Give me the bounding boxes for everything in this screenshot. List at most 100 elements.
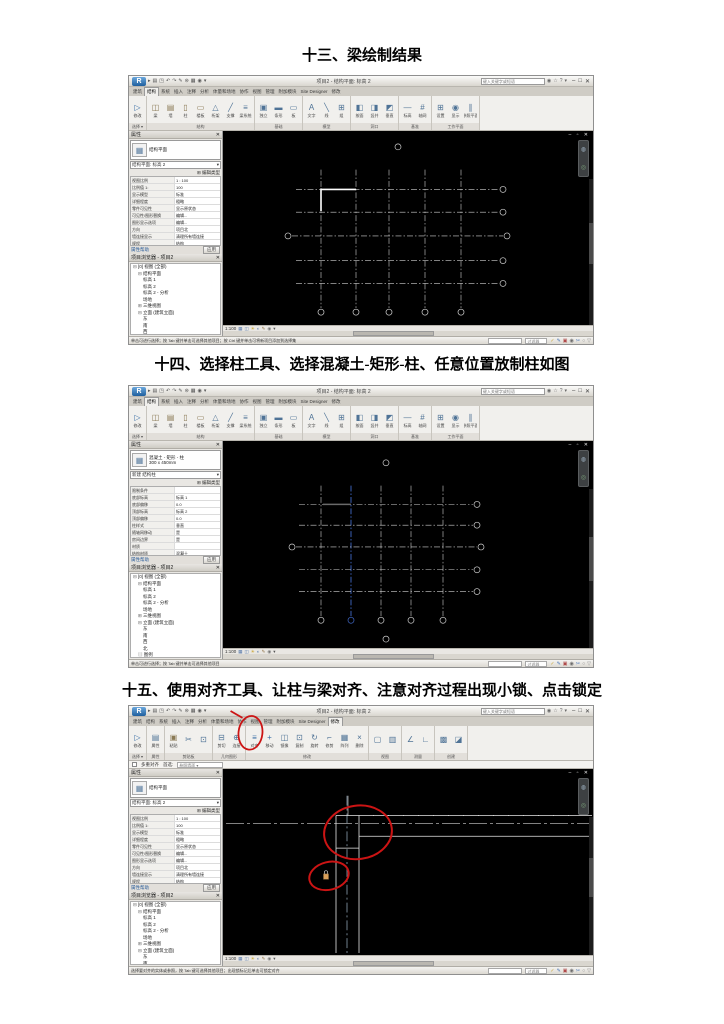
tree-item[interactable]: 南: [131, 961, 220, 965]
status-icon[interactable]: ◉: [570, 661, 574, 667]
ribbon-button-条形[interactable]: ▬ 条形: [272, 412, 285, 428]
ribbon-button-剪切[interactable]: ⊟ 剪切: [215, 732, 228, 748]
type-selector[interactable]: ▦ 混凝土 - 矩形 - 柱 300 x 450mm: [130, 450, 221, 470]
minimize-button[interactable]: –: [572, 78, 575, 85]
ribbon-button-支撑[interactable]: ╱ 支撑: [224, 412, 237, 428]
apply-button[interactable]: 应用: [203, 884, 220, 892]
property-value[interactable]: [175, 543, 220, 549]
ribbon-button-墙[interactable]: ▤ 墙: [164, 412, 177, 428]
qat-icon[interactable]: ✎: [178, 707, 182, 716]
status-icon[interactable]: ✂: [576, 968, 580, 974]
ribbon-button-标高[interactable]: — 标高: [401, 102, 414, 118]
zoom-tool-icon[interactable]: ◎: [581, 164, 586, 171]
qat-icon[interactable]: ↷: [172, 77, 176, 86]
infocenter-icon[interactable]: ▾: [564, 708, 567, 714]
browser-close-icon[interactable]: ✕: [216, 893, 220, 899]
ribbon-button-tool[interactable]: ▢: [371, 734, 384, 745]
ribbon-button-轴网[interactable]: # 轴网: [416, 412, 429, 428]
filter-box[interactable]: 过滤器: [525, 967, 548, 974]
status-icon[interactable]: ○: [582, 338, 585, 344]
ribbon-button-独立[interactable]: ▣ 独立: [257, 412, 270, 428]
properties-close-icon[interactable]: ✕: [216, 442, 220, 448]
status-icon[interactable]: ▣: [563, 661, 568, 667]
ribbon-button-按面[interactable]: ◧ 按面: [353, 102, 366, 118]
app-logo-button[interactable]: R: [132, 706, 146, 716]
infocenter-icon[interactable]: ◉: [547, 708, 551, 714]
ribbon-button-独立[interactable]: ▣ 独立: [257, 102, 270, 118]
tab-修改[interactable]: 修改: [330, 398, 343, 406]
qat-icon[interactable]: ↷: [172, 387, 176, 396]
ribbon-button-梁系统[interactable]: ≡ 梁系统: [239, 102, 252, 118]
tree-item[interactable]: ▤ 图例: [131, 652, 220, 657]
infocenter-icon[interactable]: ☆: [553, 78, 557, 84]
ribbon-button-显示[interactable]: ◉ 显示: [449, 412, 462, 428]
ribbon-button-柱[interactable]: ▯ 柱: [179, 102, 192, 118]
tab-协作[interactable]: 协作: [238, 88, 251, 96]
ribbon-button-设置[interactable]: ⊞ 设置: [434, 102, 447, 118]
property-value[interactable]: 0.0: [175, 501, 220, 507]
ribbon-button-梁系统[interactable]: ≡ 梁系统: [239, 412, 252, 428]
ribbon-button-对齐[interactable]: ≡ 对齐: [248, 732, 261, 748]
qat-icon[interactable]: ⊜: [185, 77, 189, 86]
tab-体量和场地[interactable]: 体量和场地: [211, 88, 238, 96]
tab-协作[interactable]: 协作: [236, 718, 249, 726]
property-value[interactable]: [175, 487, 220, 493]
vertical-scrollbar[interactable]: [589, 179, 593, 325]
steering-wheel-icon[interactable]: ◍: [581, 146, 586, 153]
qat-icon[interactable]: ▾: [204, 77, 207, 86]
tab-建筑[interactable]: 建筑: [131, 718, 144, 726]
tab-注释[interactable]: 注释: [185, 398, 198, 406]
qat-icon[interactable]: ▦: [191, 707, 196, 716]
vertical-scrollbar-thumb[interactable]: [589, 222, 593, 264]
view-window-controls[interactable]: – ▫ ✕: [568, 442, 590, 448]
tab-管理[interactable]: 管理: [264, 88, 277, 96]
ribbon-button-桁架[interactable]: △ 桁架: [209, 412, 222, 428]
maximize-button[interactable]: □: [578, 708, 582, 715]
steering-wheel-icon[interactable]: ◍: [581, 784, 586, 791]
qat-icon[interactable]: ✎: [178, 387, 182, 396]
horizontal-scrollbar[interactable]: [223, 961, 593, 966]
close-button[interactable]: ✕: [585, 708, 590, 715]
close-button[interactable]: ✕: [585, 78, 590, 85]
ribbon-button-竖井[interactable]: ◨ 竖井: [368, 412, 381, 428]
app-logo-button[interactable]: R: [132, 76, 146, 86]
tab-插入[interactable]: 插入: [172, 88, 185, 96]
status-icon[interactable]: ✓: [550, 338, 554, 344]
ribbon-button-轴网[interactable]: # 轴网: [416, 102, 429, 118]
ribbon-button-板[interactable]: ▭ 板: [287, 102, 300, 118]
ribbon-button-楼板[interactable]: ▭ 楼板: [194, 102, 207, 118]
app-logo-button[interactable]: R: [132, 386, 146, 396]
tab-附加模块[interactable]: 附加模块: [277, 398, 299, 406]
qat-icon[interactable]: ▸: [148, 77, 151, 86]
ribbon-button-文字[interactable]: A 文字: [305, 102, 318, 118]
infocenter-search-input[interactable]: [480, 707, 545, 715]
tab-Site Designer[interactable]: Site Designer: [299, 88, 330, 96]
tab-修改[interactable]: 修改: [330, 88, 343, 96]
ribbon-button-tool[interactable]: ∠: [404, 734, 417, 745]
status-icon[interactable]: ✂: [576, 338, 580, 344]
edit-type-button[interactable]: ⊞ 编辑类型: [197, 480, 220, 486]
ribbon-button-线[interactable]: ╲ 线: [320, 102, 333, 118]
edit-type-button[interactable]: ⊞ 编辑类型: [197, 808, 220, 814]
property-value[interactable]: 显示原状态: [175, 843, 220, 849]
tab-视图[interactable]: 视图: [251, 88, 264, 96]
worksets-box[interactable]: [488, 660, 523, 667]
qat-icon[interactable]: ↶: [166, 387, 170, 396]
property-value[interactable]: 标高 1: [175, 494, 220, 500]
horizontal-scrollbar-thumb[interactable]: [352, 654, 434, 659]
ribbon-button-tool[interactable]: ∟: [419, 734, 432, 745]
properties-help-link[interactable]: 属性帮助: [131, 885, 149, 891]
horizontal-scrollbar[interactable]: [223, 331, 593, 336]
ribbon-button-修剪[interactable]: ⌐ 修剪: [323, 732, 336, 748]
status-icon[interactable]: ✎: [557, 338, 561, 344]
property-value[interactable]: 垂直: [175, 522, 220, 528]
ribbon-button-楼板[interactable]: ▭ 楼板: [194, 412, 207, 428]
ribbon-button-tool[interactable]: ⊡: [197, 734, 210, 745]
ribbon-button-tool[interactable]: ◪: [452, 734, 465, 745]
qat-icon[interactable]: ◉: [198, 387, 202, 396]
tab-视图[interactable]: 视图: [249, 718, 262, 726]
property-value[interactable]: 100: [175, 184, 220, 190]
qat-icon[interactable]: ▤: [153, 387, 158, 396]
property-value[interactable]: 粗略: [175, 836, 220, 842]
ribbon-button-文字[interactable]: A 文字: [305, 412, 318, 428]
